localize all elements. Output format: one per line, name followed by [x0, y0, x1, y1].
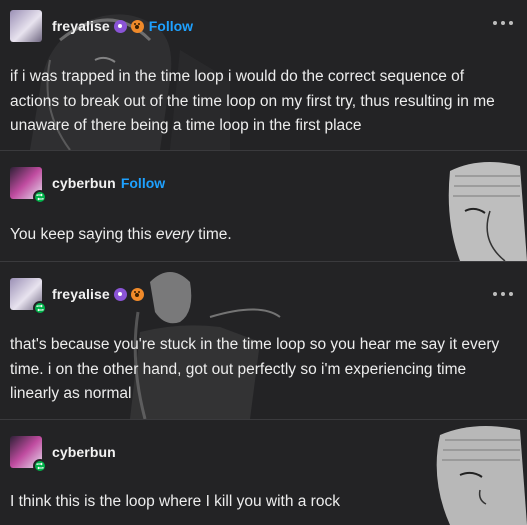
username[interactable]: cyberbun	[52, 444, 116, 460]
more-options-icon[interactable]	[493, 18, 513, 28]
post-4: cyberbun I think this is the loop where …	[0, 420, 527, 525]
post-text: if i was trapped in the time loop i woul…	[10, 68, 495, 134]
avatar[interactable]	[10, 167, 47, 204]
avatar[interactable]	[10, 436, 47, 473]
post-header: freyalise	[10, 278, 144, 315]
paw-icon	[130, 287, 144, 301]
badge-icon	[113, 19, 127, 33]
more-options-icon[interactable]	[493, 289, 513, 299]
post-3: freyalise that's because you're stuck in…	[0, 262, 527, 419]
reblog-badge-icon	[33, 301, 47, 315]
post-2: cyberbun Follow You keep saying this eve…	[0, 151, 527, 261]
post-header: cyberbun	[10, 436, 116, 473]
post-header: cyberbun Follow	[10, 167, 165, 204]
post-header: freyalise Follow	[10, 10, 193, 42]
post-text: that's because you're stuck in the time …	[10, 336, 500, 402]
follow-button[interactable]: Follow	[149, 18, 193, 34]
post-1: freyalise Follow if i was trapped in the…	[0, 0, 527, 150]
post-text: You keep saying this every time.	[10, 223, 513, 248]
username[interactable]: cyberbun	[52, 175, 116, 191]
avatar[interactable]	[10, 10, 42, 42]
paw-icon	[130, 19, 144, 33]
reblog-badge-icon	[33, 190, 47, 204]
post-text: I think this is the loop where I kill yo…	[10, 493, 340, 510]
post-text-part: You keep saying this	[10, 226, 156, 243]
badge-icon	[113, 287, 127, 301]
post-text-part: time.	[193, 226, 232, 243]
username[interactable]: freyalise	[52, 18, 110, 34]
follow-button[interactable]: Follow	[121, 175, 165, 191]
reblog-badge-icon	[33, 459, 47, 473]
avatar[interactable]	[10, 278, 47, 315]
post-text-emphasis: every	[155, 226, 194, 243]
username[interactable]: freyalise	[52, 286, 110, 302]
